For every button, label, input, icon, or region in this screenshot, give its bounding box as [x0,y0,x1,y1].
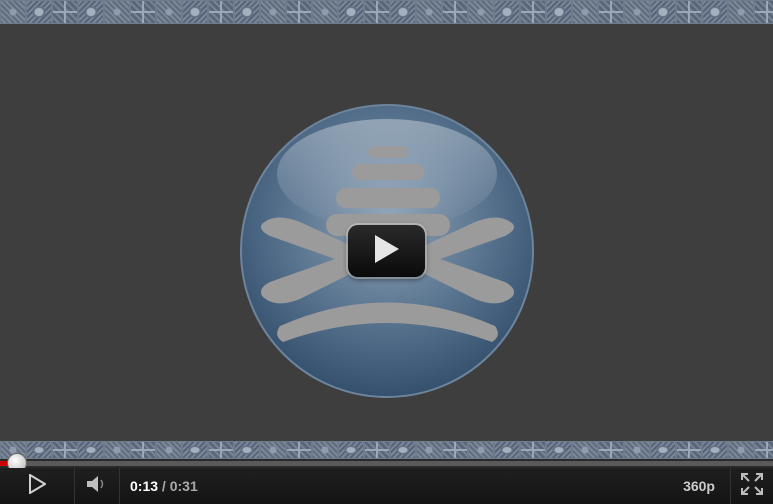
border-tile [754,441,773,459]
border-tile [494,0,520,24]
duration: 0:31 [169,478,198,494]
play-icon [28,472,47,499]
progress-track [0,461,773,466]
border-tile [156,0,182,24]
border-tile [468,441,494,459]
border-tile [520,0,546,24]
decorative-border-top [0,0,773,24]
border-tile [728,0,754,24]
border-tile [598,0,624,24]
video-player: 0:13 / 0:31 360p [0,0,773,504]
border-tile [52,441,78,459]
border-tile [338,0,364,24]
border-tile [130,441,156,459]
border-tile [546,441,572,459]
border-tile [702,0,728,24]
border-tile [728,441,754,459]
border-tile [26,0,52,24]
current-time: 0:13 [130,478,159,494]
border-tile [312,441,338,459]
border-tile [156,441,182,459]
border-tile [182,0,208,24]
border-tile [364,0,390,24]
border-tile [650,0,676,24]
border-tile [468,0,494,24]
border-tile [390,441,416,459]
border-tile [286,0,312,24]
big-play-button[interactable] [348,225,425,277]
border-tile [676,441,702,459]
border-tile [78,441,104,459]
border-tile [338,441,364,459]
border-tile [312,0,338,24]
border-tile [234,441,260,459]
border-tile [546,0,572,24]
quality-button[interactable]: 360p [683,478,715,494]
control-bar: 0:13 / 0:31 360p [0,468,773,504]
border-tile [416,441,442,459]
fullscreen-icon [741,472,763,500]
border-tile [494,441,520,459]
border-tile [182,441,208,459]
border-tile [130,0,156,24]
border-tile [364,441,390,459]
border-tile [390,0,416,24]
border-tile [624,441,650,459]
border-tile [624,0,650,24]
play-icon [373,233,401,270]
border-tile [26,441,52,459]
border-tile [702,441,728,459]
border-tile [520,441,546,459]
border-tile [104,441,130,459]
decorative-border-bottom [0,441,773,459]
fullscreen-button[interactable] [731,468,773,504]
border-tile [260,441,286,459]
control-divider [119,468,120,504]
video-frame[interactable] [0,24,773,441]
volume-button[interactable] [75,468,119,504]
time-separator: / [158,478,170,494]
border-tile [104,0,130,24]
border-tile [416,0,442,24]
border-tile [234,0,260,24]
border-tile [0,0,26,24]
border-tile [208,441,234,459]
play-button[interactable] [0,468,74,504]
border-tile [598,441,624,459]
border-tile [442,441,468,459]
speaker-icon [86,475,108,498]
border-tile [208,0,234,24]
border-tile [260,0,286,24]
border-tile [650,441,676,459]
border-tile [754,0,773,24]
time-display: 0:13 / 0:31 [130,478,198,494]
border-tile [78,0,104,24]
border-tile [442,0,468,24]
border-tile [286,441,312,459]
border-tile [572,0,598,24]
border-tile [572,441,598,459]
border-tile [52,0,78,24]
progress-bar[interactable] [0,453,773,473]
border-tile [676,0,702,24]
